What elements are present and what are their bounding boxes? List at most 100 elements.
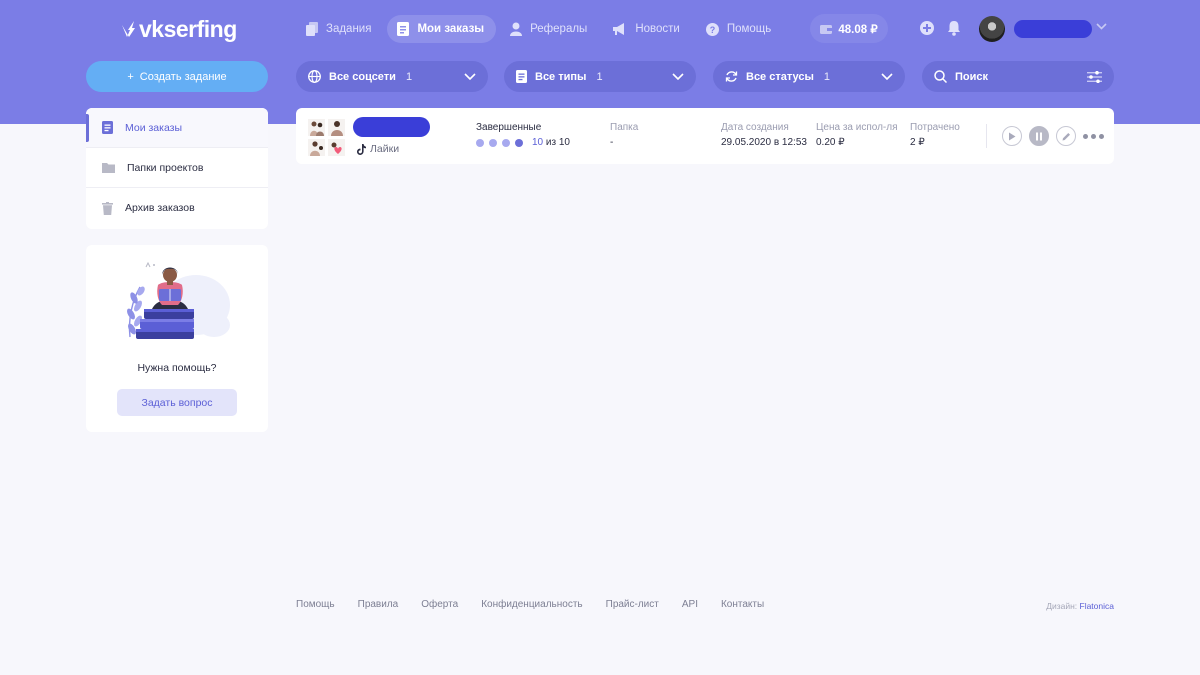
- footer-link-privacy[interactable]: Конфиденциальность: [481, 599, 582, 610]
- footer-link-api[interactable]: API: [682, 599, 698, 610]
- sidebar-item-label: Мои заказы: [125, 121, 183, 134]
- design-link[interactable]: Flatonica: [1080, 601, 1115, 611]
- order-type-label: Лайки: [370, 143, 400, 155]
- sliders-icon[interactable]: [1087, 70, 1102, 83]
- user-icon: [510, 22, 523, 36]
- question-icon: ?: [705, 22, 719, 36]
- main-nav: Задания Мои заказы Рефералы Новости ? По…: [296, 15, 783, 43]
- spent-header: Потрачено: [910, 122, 960, 133]
- plus-icon: +: [127, 70, 134, 83]
- nav-label: Мои заказы: [417, 23, 485, 35]
- progress-dot: [502, 138, 510, 147]
- footer-link-contacts[interactable]: Контакты: [721, 599, 764, 610]
- order-folder-column: Папка -: [610, 122, 638, 148]
- wallet-icon: [820, 24, 833, 34]
- search-icon: [934, 70, 947, 83]
- balance-value: 48.08 ₽: [838, 23, 878, 36]
- add-circle-icon[interactable]: [919, 20, 935, 36]
- create-task-button[interactable]: + Создать задание: [86, 61, 268, 92]
- filter-label: Все статусы: [746, 70, 814, 83]
- search-placeholder: Поиск: [955, 70, 989, 83]
- sidebar-item-project-folders[interactable]: Папки проектов: [86, 148, 268, 188]
- more-dot: [1083, 134, 1088, 139]
- copy-icon: [306, 22, 318, 36]
- globe-icon: [308, 70, 321, 83]
- filter-types[interactable]: Все типы 1: [504, 61, 696, 92]
- nav-label: Задания: [326, 23, 372, 35]
- order-spent-column: Потрачено 2 ₽: [910, 122, 960, 148]
- progress-total: из 10: [545, 137, 570, 148]
- order-row[interactable]: Лайки Завершенные 10 из 10 Папка - Дата …: [296, 108, 1114, 164]
- chevron-down-icon: [464, 73, 476, 80]
- megaphone-icon: [613, 23, 625, 35]
- folder-value: -: [610, 137, 614, 148]
- refresh-icon: [725, 71, 738, 82]
- help-card: Нужна помощь? Задать вопрос: [86, 245, 268, 432]
- more-dot: [1091, 134, 1096, 139]
- balance-button[interactable]: 48.08 ₽: [810, 14, 888, 43]
- search-input[interactable]: Поиск: [922, 61, 1114, 92]
- sidebar-item-my-orders[interactable]: Мои заказы: [86, 108, 268, 148]
- filter-label: Все соцсети: [329, 70, 396, 83]
- photo-thumbnail: [308, 119, 325, 136]
- chevron-down-icon[interactable]: [1096, 23, 1107, 30]
- progress-text: 10 из 10: [532, 137, 570, 148]
- order-type: Лайки: [357, 143, 399, 155]
- username-redacted[interactable]: [1014, 20, 1092, 38]
- folder-header: Папка: [610, 122, 639, 133]
- logo[interactable]: vkserfing: [122, 14, 237, 44]
- edit-button[interactable]: [1056, 126, 1076, 146]
- order-status: Завершенные: [476, 122, 542, 133]
- photo-thumbnail: [308, 139, 325, 156]
- footer-links: Помощь Правила Оферта Конфиденциальность…: [296, 599, 764, 610]
- more-options-button[interactable]: [1083, 134, 1104, 139]
- design-credit: Дизайн: Flatonica: [1046, 601, 1114, 611]
- filter-statuses[interactable]: Все статусы 1: [713, 61, 905, 92]
- play-icon: [1009, 132, 1016, 140]
- nav-label: Помощь: [726, 23, 772, 35]
- nav-item-news[interactable]: Новости: [603, 15, 692, 43]
- svg-text:?: ?: [710, 25, 716, 35]
- sidebar-item-label: Архив заказов: [125, 202, 195, 214]
- filter-social-networks[interactable]: Все соцсети 1: [296, 61, 488, 92]
- sidebar-item-archive[interactable]: Архив заказов: [86, 188, 268, 228]
- nav-item-help[interactable]: ? Помощь: [696, 15, 783, 43]
- footer-link-rules[interactable]: Правила: [358, 599, 399, 610]
- order-created-column: Дата создания 29.05.2020 в 12:53: [721, 122, 807, 148]
- filter-count: 1: [405, 70, 413, 83]
- created-value: 29.05.2020 в 12:53: [721, 137, 807, 148]
- bell-icon[interactable]: [946, 20, 962, 36]
- progress-dot: [515, 138, 523, 147]
- filter-count: 1: [823, 70, 830, 83]
- progress-dot: [489, 138, 497, 147]
- nav-item-tasks[interactable]: Задания: [296, 15, 383, 43]
- nav-label: Рефералы: [530, 23, 588, 35]
- pause-button[interactable]: [1029, 126, 1049, 146]
- avatar[interactable]: [979, 16, 1005, 42]
- nav-item-my-orders[interactable]: Мои заказы: [387, 15, 497, 43]
- footer-link-offer[interactable]: Оферта: [421, 599, 458, 610]
- footer-link-help[interactable]: Помощь: [296, 599, 335, 610]
- sidebar-item-label: Папки проектов: [127, 161, 204, 174]
- pause-icon: [1036, 132, 1042, 140]
- progress-done: 10: [532, 137, 544, 148]
- filter-label: Все типы: [535, 70, 587, 83]
- design-label: Дизайн:: [1046, 601, 1078, 611]
- create-task-label: Создать задание: [139, 70, 227, 83]
- play-button[interactable]: [1002, 126, 1022, 146]
- filter-count: 1: [596, 70, 603, 83]
- footer-link-pricelist[interactable]: Прайс-лист: [606, 599, 659, 610]
- ask-question-button[interactable]: Задать вопрос: [117, 389, 237, 416]
- chevron-down-icon: [881, 73, 893, 80]
- order-thumbnails: [308, 119, 346, 157]
- divider: [986, 124, 987, 148]
- nav-item-referrals[interactable]: Рефералы: [500, 15, 599, 43]
- order-price-column: Цена за испол-ля 0.20 ₽: [816, 122, 898, 148]
- progress-dots: 10 из 10: [476, 137, 570, 148]
- spent-value: 2 ₽: [910, 137, 925, 148]
- pencil-icon: [1062, 132, 1070, 140]
- list-icon: [516, 70, 527, 83]
- help-title: Нужна помощь?: [137, 362, 217, 374]
- logo-mark-icon: [122, 21, 135, 37]
- order-name-redacted: [353, 117, 430, 137]
